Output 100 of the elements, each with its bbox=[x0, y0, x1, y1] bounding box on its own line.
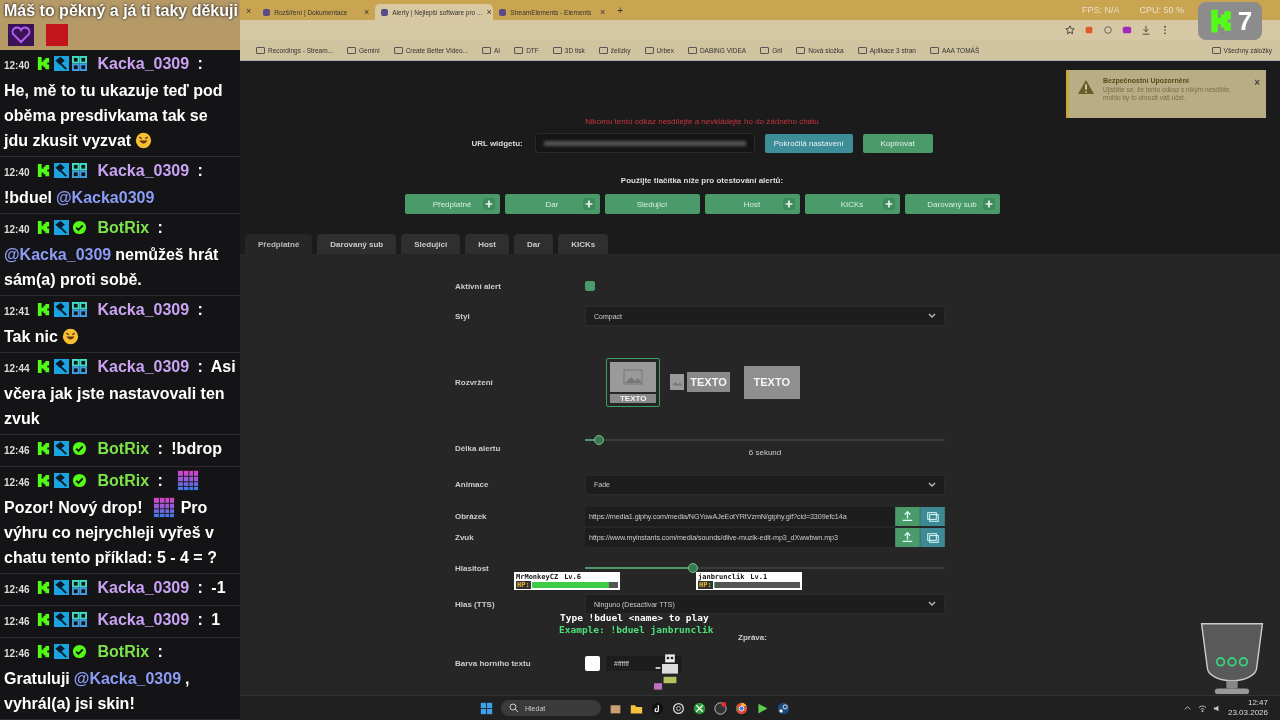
slider-thumb[interactable] bbox=[688, 563, 698, 573]
checkbox[interactable] bbox=[585, 281, 595, 291]
cpu-stat: CPU: 50 % bbox=[1139, 5, 1184, 17]
chevron-down-icon[interactable] bbox=[928, 481, 936, 488]
gallery-icon[interactable] bbox=[920, 507, 945, 526]
close-tab-button[interactable]: × bbox=[240, 6, 258, 20]
laughing-emoji-icon bbox=[135, 132, 153, 149]
test-heading: Použijte tlačítka níže pro otestování alertů: bbox=[620, 176, 784, 185]
start-icon[interactable] bbox=[480, 701, 493, 715]
chat-message: 12:44 Kacka_0309 : Asi včera jak jste nastavovali ten zvuk bbox=[0, 353, 240, 435]
download-icon[interactable] bbox=[1141, 25, 1151, 35]
message-time: 12:44 bbox=[4, 363, 30, 374]
k-badge-icon bbox=[36, 359, 52, 374]
alert-tab[interactable]: KICKs bbox=[558, 234, 609, 254]
upload-icon[interactable] bbox=[895, 507, 920, 526]
advanced-settings-button[interactable]: Pokročilá nastavení bbox=[764, 133, 853, 153]
chat-username[interactable]: Kacka_0309 bbox=[97, 55, 190, 72]
chat-username[interactable]: BotRix bbox=[97, 440, 150, 457]
color-swatch[interactable] bbox=[585, 655, 600, 671]
slider-thumb[interactable] bbox=[594, 435, 605, 445]
blurred-url-field[interactable] bbox=[534, 133, 755, 153]
clock-date[interactable]: 23.03.2026 bbox=[1227, 708, 1268, 718]
record-app-icon[interactable] bbox=[714, 701, 727, 715]
chat-username[interactable]: BotRix bbox=[97, 472, 150, 489]
close-tab-button[interactable]: × bbox=[364, 7, 370, 17]
chat-message: 12:40 Kacka_0309 : !bduel @Kacka0309 bbox=[0, 157, 240, 214]
new-tab-button[interactable]: + bbox=[611, 5, 630, 20]
favicon-icon bbox=[381, 8, 389, 16]
duel-example: Example: !bduel janbrunclik bbox=[559, 624, 714, 635]
chat-username[interactable]: Kacka_0309 bbox=[97, 579, 190, 596]
close-tab-button[interactable]: × bbox=[600, 7, 606, 17]
hammer-badge-icon bbox=[54, 612, 70, 627]
alert-tab[interactable]: Sledující bbox=[401, 234, 461, 254]
caret-icon[interactable] bbox=[1182, 703, 1192, 713]
close-button[interactable]: × bbox=[1254, 77, 1260, 88]
hammer-badge-icon bbox=[54, 644, 70, 659]
chat-username[interactable]: BotRix bbox=[97, 643, 150, 660]
field-label: Délka alertu bbox=[455, 443, 502, 453]
alert-tab[interactable]: Předplatné bbox=[245, 234, 313, 254]
message-time: 12:40 bbox=[4, 60, 30, 71]
plus-icon[interactable] bbox=[582, 198, 595, 210]
close-tab-button[interactable]: × bbox=[486, 7, 492, 17]
k-badge-icon bbox=[36, 302, 52, 317]
chat-username[interactable]: BotRix bbox=[97, 219, 150, 236]
chevron-down-icon[interactable] bbox=[928, 313, 936, 319]
hammer-badge-icon bbox=[54, 580, 70, 595]
user-mention[interactable]: @Kacka_0309 bbox=[73, 670, 182, 687]
chat-message: 12:41 Kacka_0309 : Tak nic bbox=[0, 296, 240, 353]
star-icon[interactable] bbox=[1065, 25, 1075, 35]
k-badge-icon bbox=[36, 441, 52, 456]
field-label: Styl bbox=[455, 311, 471, 321]
browser-icon[interactable] bbox=[735, 701, 748, 715]
chat-username[interactable]: Kacka_0309 bbox=[97, 358, 190, 375]
plus-icon[interactable] bbox=[482, 198, 495, 210]
wifi-icon[interactable] bbox=[1197, 703, 1207, 713]
chat-username[interactable]: Kacka_0309 bbox=[97, 611, 190, 628]
message-time: 12:41 bbox=[4, 306, 30, 317]
alert-tab[interactable]: Host bbox=[465, 234, 509, 254]
plus-icon[interactable] bbox=[982, 198, 995, 210]
square-emote-icon bbox=[46, 24, 68, 46]
duel-instruction: Type !bduel <name> to play bbox=[560, 612, 709, 623]
section-heading: Zpráva: bbox=[738, 632, 767, 642]
pixel-emote-icon bbox=[152, 496, 175, 518]
verified-check-icon bbox=[72, 473, 88, 488]
chat-message: 12:46 Kacka_0309 : 1 bbox=[0, 606, 240, 638]
k-badge-icon bbox=[36, 580, 52, 595]
og-badge-icon bbox=[72, 580, 88, 595]
k-badge-icon bbox=[36, 56, 52, 71]
clock-time[interactable]: 12:47 bbox=[1247, 698, 1268, 708]
url-label: URL widgetu: bbox=[471, 138, 523, 148]
chat-message: 12:46 Kacka_0309 : -1 bbox=[0, 574, 240, 606]
upload-icon[interactable] bbox=[895, 528, 920, 547]
field-label: Hlasitost bbox=[455, 563, 490, 573]
note-icon[interactable] bbox=[651, 701, 664, 715]
chat-username[interactable]: Kacka_0309 bbox=[97, 301, 190, 318]
k-level-badge: 7 bbox=[1198, 2, 1262, 40]
image-icon bbox=[623, 368, 644, 385]
k-badge-icon bbox=[36, 612, 52, 627]
hammer-badge-icon bbox=[54, 473, 70, 488]
play-icon[interactable] bbox=[756, 701, 769, 715]
chat-username[interactable]: Kacka_0309 bbox=[97, 162, 190, 179]
chevron-down-icon[interactable] bbox=[928, 601, 936, 607]
field-label: Obrázek bbox=[455, 512, 488, 521]
gallery-icon[interactable] bbox=[920, 528, 945, 547]
favicon-icon bbox=[499, 8, 507, 16]
alert-tab[interactable]: Dar bbox=[513, 234, 554, 254]
chat-message: 12:46 BotRix : Gratuluji @Kacka_0309 , vyhrál(a) jsi skin! bbox=[0, 638, 240, 720]
k-badge-icon bbox=[36, 163, 52, 178]
steam-icon[interactable] bbox=[777, 701, 790, 715]
laughing-emoji-icon bbox=[61, 328, 79, 345]
field-label: Zvuk bbox=[455, 533, 475, 542]
alert-tab[interactable]: Darovaný sub bbox=[317, 234, 397, 254]
message-time: 12:46 bbox=[4, 616, 30, 627]
user-mention[interactable]: @Kacka_0309 bbox=[4, 246, 112, 263]
hammer-badge-icon bbox=[54, 56, 70, 71]
user-mention[interactable]: @Kacka0309 bbox=[56, 189, 155, 206]
xbox-icon[interactable] bbox=[693, 701, 706, 715]
field-label: Barva horního textu bbox=[455, 658, 532, 668]
plus-icon[interactable] bbox=[782, 198, 795, 210]
plus-icon[interactable] bbox=[882, 198, 895, 210]
